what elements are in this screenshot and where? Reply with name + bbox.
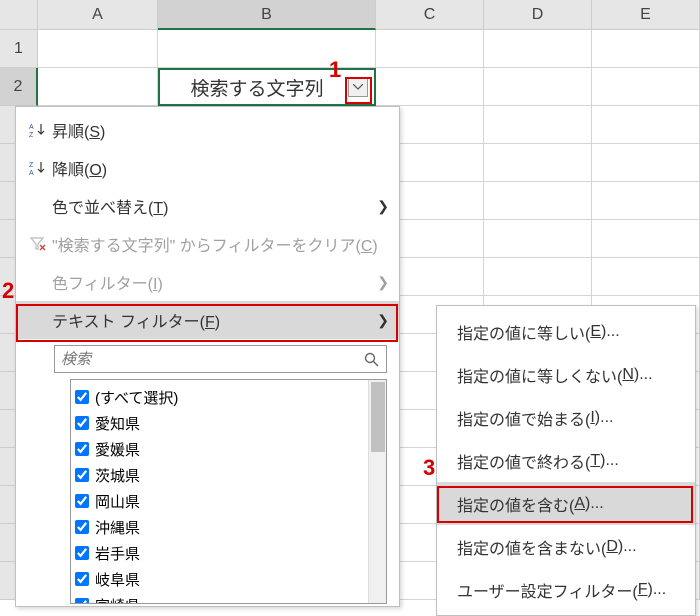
check-item[interactable]: 愛知県 <box>75 410 384 436</box>
cell-b1[interactable] <box>158 30 376 68</box>
sort-desc-icon: ZA <box>24 160 52 176</box>
check-label: 茨城県 <box>95 465 140 486</box>
filter-custom-item[interactable]: ユーザー設定フィルター(F)... <box>437 568 695 611</box>
check-label: 岩手県 <box>95 543 140 564</box>
svg-text:A: A <box>29 170 34 176</box>
checkbox[interactable] <box>75 598 89 604</box>
text-filter-item[interactable]: テキスト フィルター(F) ❯ <box>16 301 399 339</box>
check-item[interactable]: 岡山県 <box>75 488 384 514</box>
clear-filter-icon <box>24 237 52 251</box>
callout-marker-1: 1 <box>329 57 341 83</box>
filter-values-list[interactable]: (すべて選択) 愛知県 愛媛県 茨城県 岡山県 沖縄県 岩手県 岐阜県 宮崎県 <box>70 379 387 604</box>
check-item[interactable]: 愛媛県 <box>75 436 384 462</box>
chevron-right-icon: ❯ <box>375 274 389 291</box>
chevron-right-icon: ❯ <box>375 312 389 329</box>
filter-not-contains-item[interactable]: 指定の値を含まない(D)... <box>437 525 695 568</box>
clear-filter-item: "検索する文字列" からフィルターをクリア(C) <box>16 225 399 263</box>
sort-desc-item[interactable]: ZA 降順(O) <box>16 149 399 187</box>
scrollbar[interactable] <box>368 380 386 603</box>
search-row <box>16 339 399 377</box>
check-label: 愛媛県 <box>95 439 140 460</box>
scrollbar-thumb[interactable] <box>371 382 385 452</box>
select-all-corner[interactable] <box>0 0 38 30</box>
cell[interactable] <box>592 182 700 220</box>
check-label: 岐阜県 <box>95 569 140 590</box>
cell-a2[interactable] <box>38 68 158 106</box>
cell[interactable] <box>484 220 592 258</box>
svg-text:Z: Z <box>29 162 34 169</box>
col-header-c[interactable]: C <box>376 0 484 30</box>
checkbox[interactable] <box>75 442 89 456</box>
check-label: 宮崎県 <box>95 595 140 605</box>
svg-text:Z: Z <box>29 132 34 138</box>
cell[interactable] <box>484 258 592 296</box>
sort-asc-item[interactable]: AZ 昇順(S) <box>16 111 399 149</box>
check-label: 岡山県 <box>95 491 140 512</box>
text-filter-label: テキスト フィルター(F) <box>52 308 375 332</box>
callout-marker-2: 2 <box>2 278 14 304</box>
filter-not-equals-item[interactable]: 指定の値に等しくない(N)... <box>437 353 695 396</box>
check-label: 沖縄県 <box>95 517 140 538</box>
cell[interactable] <box>484 144 592 182</box>
check-label: (すべて選択) <box>95 387 178 408</box>
cell[interactable] <box>592 220 700 258</box>
cell[interactable] <box>592 258 700 296</box>
search-input[interactable] <box>61 351 362 368</box>
check-label: 愛知県 <box>95 413 140 434</box>
cell-d1[interactable] <box>484 30 592 68</box>
svg-text:A: A <box>29 124 34 131</box>
checkbox[interactable] <box>75 546 89 560</box>
search-box[interactable] <box>54 345 387 373</box>
cell-b2-label: 検索する文字列 <box>166 74 348 101</box>
filter-ends-with-item[interactable]: 指定の値で終わる(T)... <box>437 439 695 482</box>
text-filter-submenu: 指定の値に等しい(E)... 指定の値に等しくない(N)... 指定の値で始まる… <box>436 305 696 616</box>
col-header-b[interactable]: B <box>158 0 376 30</box>
cell-b2[interactable]: 検索する文字列 <box>158 68 376 106</box>
cell-e1[interactable] <box>592 30 700 68</box>
checkbox[interactable] <box>75 390 89 404</box>
filter-menu: AZ 昇順(S) ZA 降順(O) 色で並べ替え(T) ❯ "検索する文字列" … <box>15 106 400 607</box>
checkbox[interactable] <box>75 468 89 482</box>
checkbox[interactable] <box>75 520 89 534</box>
sort-asc-label: 昇順(S) <box>52 118 389 142</box>
cell-c2[interactable] <box>376 68 484 106</box>
check-item[interactable]: 岐阜県 <box>75 566 384 592</box>
callout-box-1 <box>345 77 372 104</box>
check-item[interactable]: 岩手県 <box>75 540 384 566</box>
column-headers-row: A B C D E <box>0 0 700 30</box>
filter-equals-item[interactable]: 指定の値に等しい(E)... <box>437 310 695 353</box>
checkbox[interactable] <box>75 572 89 586</box>
cell-a1[interactable] <box>38 30 158 68</box>
row-header-1[interactable]: 1 <box>0 30 38 68</box>
col-header-a[interactable]: A <box>38 0 158 30</box>
callout-marker-3: 3 <box>423 455 435 481</box>
checkbox[interactable] <box>75 416 89 430</box>
chevron-right-icon: ❯ <box>375 198 389 215</box>
cell-c1[interactable] <box>376 30 484 68</box>
checkbox[interactable] <box>75 494 89 508</box>
sort-by-color-item[interactable]: 色で並べ替え(T) ❯ <box>16 187 399 225</box>
color-filter-item: 色フィルター(I) ❯ <box>16 263 399 301</box>
cell[interactable] <box>484 106 592 144</box>
sort-asc-icon: AZ <box>24 122 52 138</box>
col-header-d[interactable]: D <box>484 0 592 30</box>
cell-d2[interactable] <box>484 68 592 106</box>
check-item[interactable]: 茨城県 <box>75 462 384 488</box>
check-item-all[interactable]: (すべて選択) <box>75 384 384 410</box>
cell-e2[interactable] <box>592 68 700 106</box>
check-item[interactable]: 宮崎県 <box>75 592 384 604</box>
row-header-2[interactable]: 2 <box>0 68 38 106</box>
col-header-e[interactable]: E <box>592 0 700 30</box>
check-item[interactable]: 沖縄県 <box>75 514 384 540</box>
sort-by-color-label: 色で並べ替え(T) <box>52 194 375 218</box>
cell[interactable] <box>484 182 592 220</box>
filter-begins-with-item[interactable]: 指定の値で始まる(I)... <box>437 396 695 439</box>
cell[interactable] <box>592 106 700 144</box>
filter-contains-item[interactable]: 指定の値を含む(A)... <box>437 482 695 525</box>
clear-filter-label: "検索する文字列" からフィルターをクリア(C) <box>52 232 389 256</box>
search-icon <box>362 352 380 367</box>
sort-desc-label: 降順(O) <box>52 156 389 180</box>
cell[interactable] <box>592 144 700 182</box>
color-filter-label: 色フィルター(I) <box>52 270 375 294</box>
